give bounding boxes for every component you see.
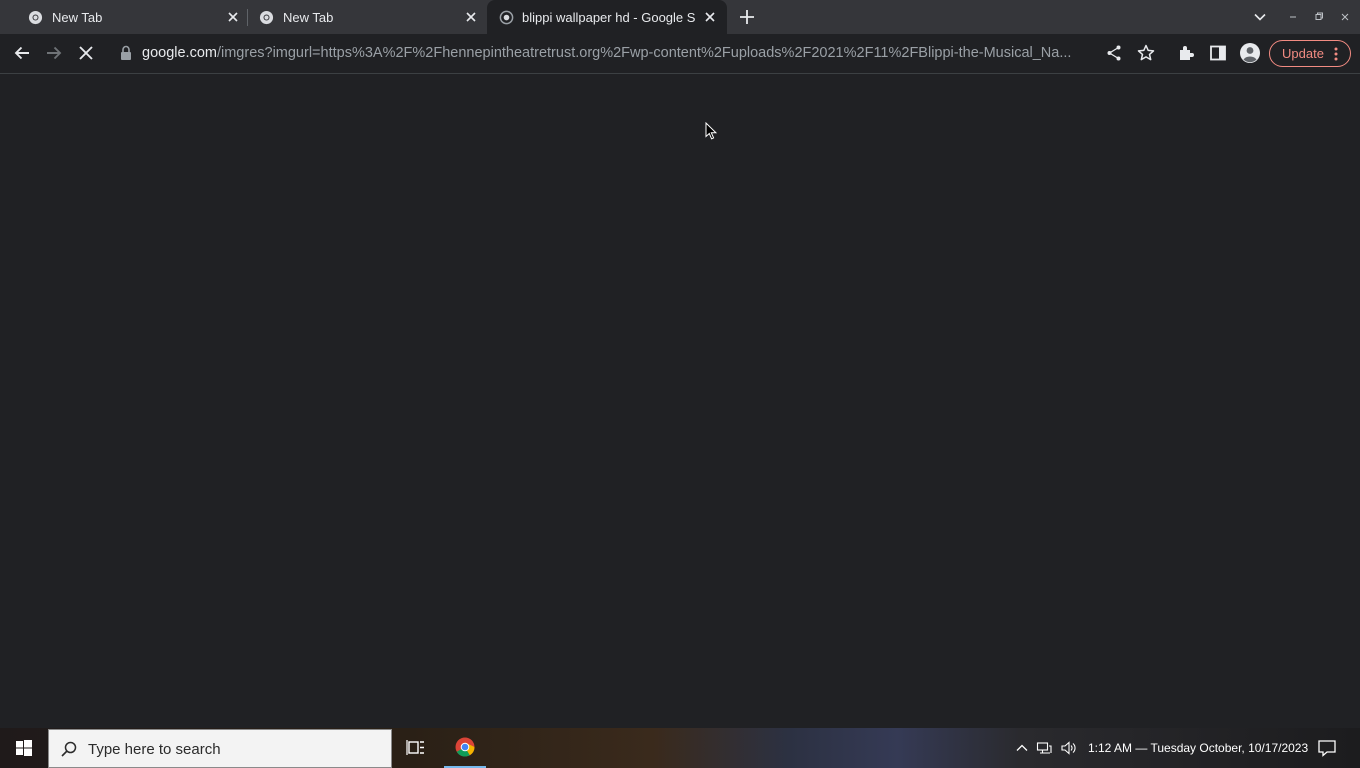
tray-chevron-icon[interactable]: [1014, 740, 1030, 756]
chrome-favicon-icon: [28, 10, 43, 25]
notifications-icon[interactable]: [1316, 738, 1338, 758]
tab-new-tab-2[interactable]: New Tab: [248, 0, 486, 34]
chrome-taskbar-icon: [455, 737, 475, 757]
search-icon: [61, 741, 77, 757]
chrome-taskbar-button[interactable]: [444, 728, 486, 768]
stop-loading-icon[interactable]: [76, 43, 96, 63]
profile-icon[interactable]: [1239, 42, 1261, 64]
address-bar[interactable]: google.com/imgres?imgurl=https%3A%2F%2Fh…: [142, 44, 1097, 62]
side-panel-icon[interactable]: [1208, 43, 1228, 63]
chrome-favicon-icon: [499, 10, 514, 25]
tab-close-icon[interactable]: [703, 10, 717, 24]
lock-icon[interactable]: [118, 44, 134, 62]
url-host: google.com: [142, 45, 217, 61]
windows-start-icon[interactable]: [0, 728, 48, 768]
tab-new-tab-1[interactable]: New Tab: [8, 0, 246, 34]
tab-close-icon[interactable]: [226, 10, 240, 24]
url-path: /imgres?imgurl=https%3A%2F%2Fhennepinthe…: [216, 45, 1072, 61]
taskbar-search-box[interactable]: Type here to search: [48, 729, 392, 768]
chrome-favicon-icon: [259, 10, 274, 25]
tab-close-icon[interactable]: [464, 10, 478, 24]
forward-arrow-icon[interactable]: [44, 43, 64, 63]
tab-search-chevron-icon[interactable]: [1252, 9, 1268, 25]
extensions-icon[interactable]: [1176, 43, 1196, 63]
mouse-cursor-icon: [705, 122, 717, 140]
volume-icon[interactable]: [1060, 740, 1076, 756]
update-label: Update: [1282, 46, 1324, 61]
new-tab-icon[interactable]: [738, 8, 756, 26]
back-arrow-icon[interactable]: [12, 43, 32, 63]
task-view-icon[interactable]: [400, 728, 432, 768]
tab-title: New Tab: [52, 10, 103, 25]
maximize-icon[interactable]: [1311, 9, 1327, 25]
windows-taskbar: Type here to search 1:12 AM — Tuesday Oc…: [0, 728, 1360, 768]
page-content-loading: [0, 74, 1360, 728]
update-button[interactable]: Update: [1269, 40, 1351, 67]
tab-blippi-wallpaper[interactable]: blippi wallpaper hd - Google S: [487, 0, 727, 34]
star-icon[interactable]: [1136, 43, 1156, 63]
window-close-icon[interactable]: [1337, 9, 1353, 25]
share-icon[interactable]: [1104, 43, 1124, 63]
network-icon[interactable]: [1036, 740, 1052, 756]
minimize-icon[interactable]: [1285, 9, 1301, 25]
more-menu-icon[interactable]: [1329, 46, 1343, 62]
tab-title: blippi wallpaper hd - Google S: [522, 10, 696, 25]
browser-toolbar: google.com/imgres?imgurl=https%3A%2F%2Fh…: [0, 34, 1360, 73]
search-placeholder: Type here to search: [88, 741, 221, 758]
tab-strip: New Tab New Tab blippi wallpaper hd - Go…: [0, 0, 1360, 34]
taskbar-clock[interactable]: 1:12 AM — Tuesday October, 10/17/2023: [1088, 741, 1308, 755]
tab-title: New Tab: [283, 10, 334, 25]
